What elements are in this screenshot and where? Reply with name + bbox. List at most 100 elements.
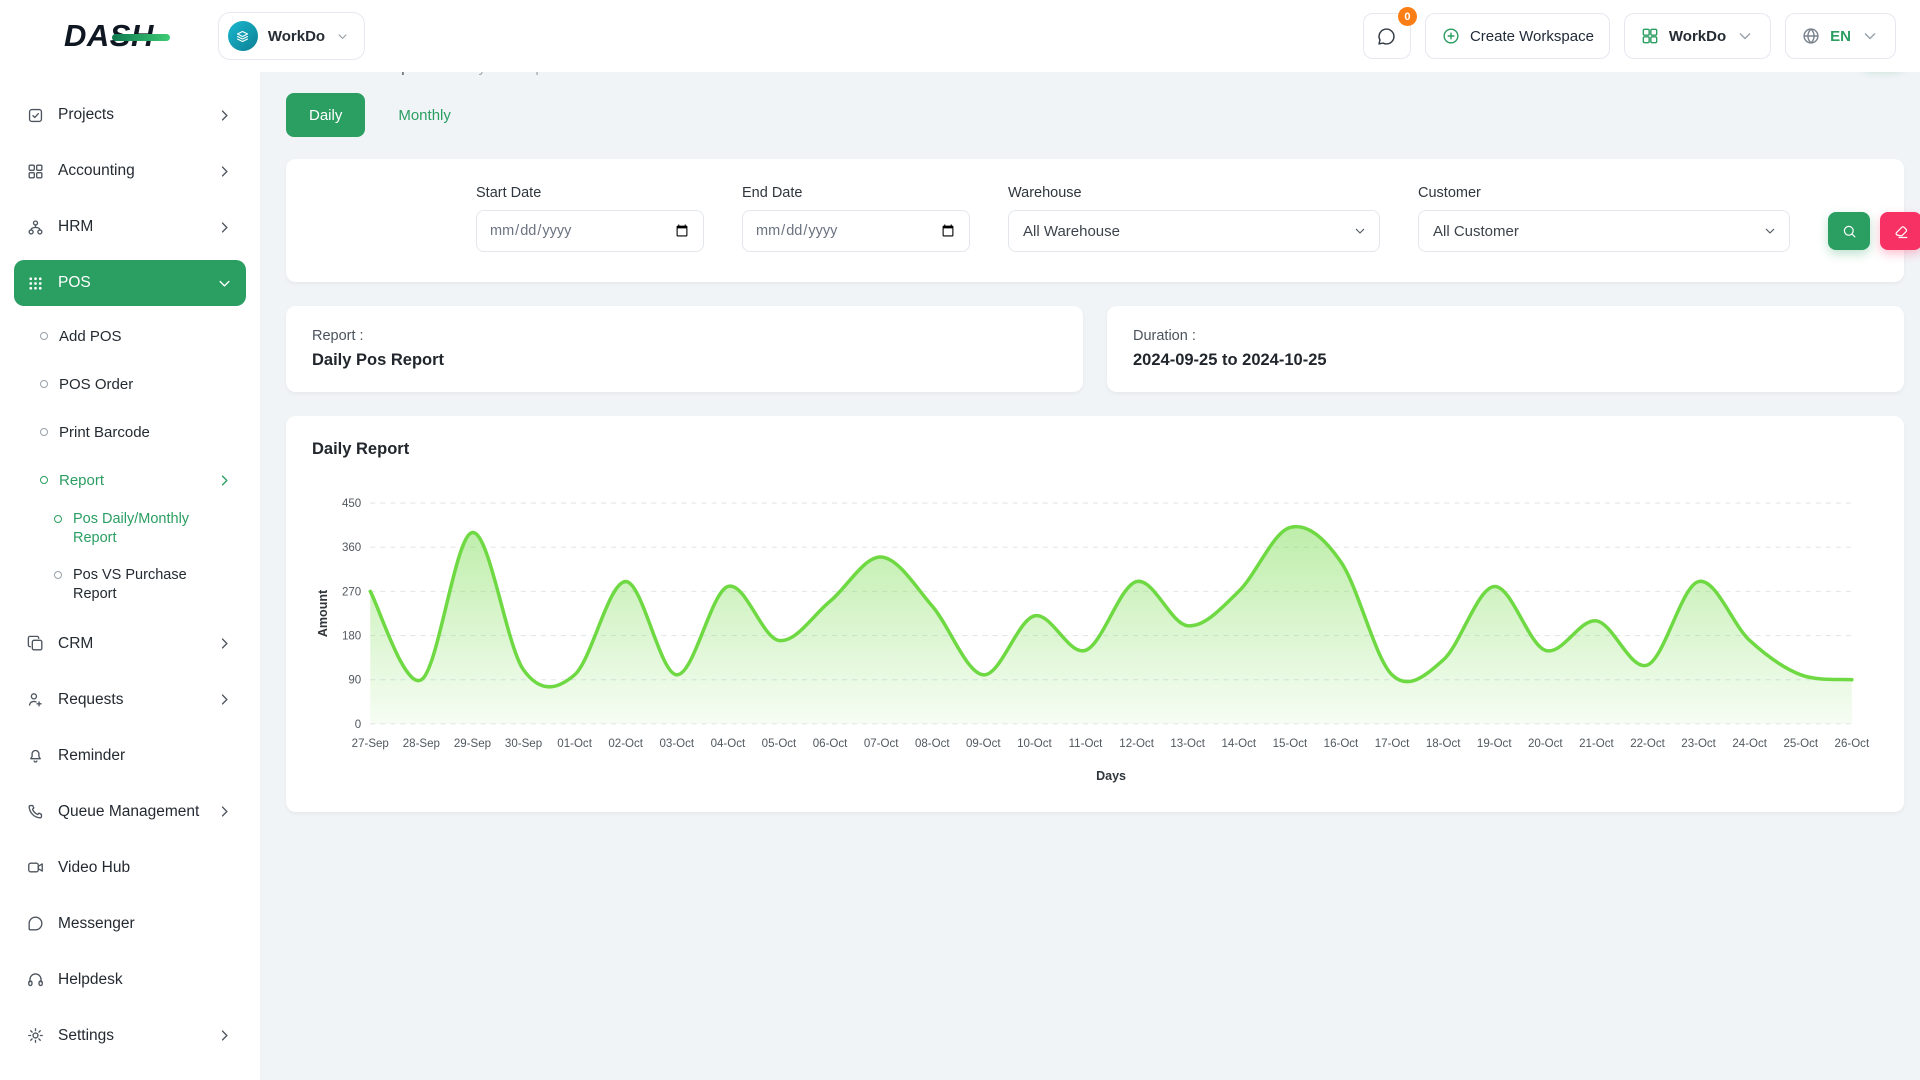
report-summary-label: Report : xyxy=(312,328,1057,344)
workspace-avatar xyxy=(228,21,258,51)
sidebar-item-report[interactable]: Report xyxy=(14,460,246,500)
sidebar-item-add-pos[interactable]: Add POS xyxy=(14,316,246,356)
warehouse-label: Warehouse xyxy=(1008,185,1380,201)
duration-summary-card: Duration : 2024-09-25 to 2024-10-25 xyxy=(1107,306,1904,392)
sidebar-item-label: Pos VS Purchase Report xyxy=(73,566,223,604)
report-period-tabs: Daily Monthly xyxy=(286,93,1904,137)
svg-text:0: 0 xyxy=(355,719,361,731)
svg-text:90: 90 xyxy=(348,675,361,687)
messages-button[interactable]: 0 xyxy=(1363,13,1411,59)
plus-circle-icon xyxy=(1441,26,1461,46)
logo-dash-accent xyxy=(112,34,170,41)
sidebar-item-messenger[interactable]: Messenger xyxy=(14,901,246,947)
warehouse-select[interactable]: All Warehouse xyxy=(1008,210,1380,252)
svg-text:22-Oct: 22-Oct xyxy=(1630,738,1665,750)
queue-icon xyxy=(26,802,45,821)
sidebar-item-reminder[interactable]: Reminder xyxy=(14,733,246,779)
svg-text:23-Oct: 23-Oct xyxy=(1681,738,1716,750)
reset-button[interactable] xyxy=(1880,212,1920,250)
reminder-icon xyxy=(26,746,45,765)
report-summary-card: Report : Daily Pos Report xyxy=(286,306,1083,392)
sidebar-item-label: Requests xyxy=(58,691,123,709)
chart-title: Daily Report xyxy=(312,440,1878,459)
sidebar-item-label: Reminder xyxy=(58,747,125,765)
svg-text:20-Oct: 20-Oct xyxy=(1528,738,1563,750)
sidebar-item-label: Messenger xyxy=(58,915,135,933)
sidebar-item-pos-order[interactable]: POS Order xyxy=(14,364,246,404)
svg-text:16-Oct: 16-Oct xyxy=(1324,738,1359,750)
sidebar-item-projects[interactable]: Projects xyxy=(14,92,246,138)
accounting-icon xyxy=(26,162,45,181)
report-summary-value: Daily Pos Report xyxy=(312,351,1057,370)
sidebar-item-label: Video Hub xyxy=(58,859,130,877)
start-date-field: Start Date xyxy=(476,185,704,252)
language-button[interactable]: EN xyxy=(1785,13,1896,59)
notification-badge: 0 xyxy=(1398,7,1417,26)
start-date-label: Start Date xyxy=(476,185,704,201)
sidebar-item-accounting[interactable]: Accounting xyxy=(14,148,246,194)
chevron-right-icon xyxy=(215,106,234,125)
chevron-down-icon xyxy=(335,29,350,44)
sidebar-item-label: CRM xyxy=(58,635,93,653)
sidebar-item-pos-vs-purchase-report[interactable]: Pos VS Purchase Report xyxy=(14,564,246,604)
customer-select[interactable]: All Customer xyxy=(1418,210,1790,252)
tab-daily[interactable]: Daily xyxy=(286,93,365,137)
sidebar-item-label: Settings xyxy=(58,1027,114,1045)
tab-monthly[interactable]: Monthly xyxy=(375,93,474,137)
sidebar-item-label: Accounting xyxy=(58,162,135,180)
svg-text:07-Oct: 07-Oct xyxy=(864,738,899,750)
svg-text:21-Oct: 21-Oct xyxy=(1579,738,1614,750)
sidebar-item-print-barcode[interactable]: Print Barcode xyxy=(14,412,246,452)
sidebar-item-requests[interactable]: Requests xyxy=(14,677,246,723)
chevron-right-icon xyxy=(215,802,234,821)
eraser-icon xyxy=(1893,223,1910,240)
video-icon xyxy=(26,858,45,877)
sidebar-item-helpdesk[interactable]: Helpdesk xyxy=(14,957,246,1003)
svg-text:450: 450 xyxy=(342,498,361,510)
app-logo[interactable]: DASH xyxy=(64,18,154,54)
chevron-right-icon xyxy=(215,1026,234,1045)
workdo-menu-button[interactable]: WorkDo xyxy=(1624,13,1771,59)
hrm-icon xyxy=(26,218,45,237)
svg-text:19-Oct: 19-Oct xyxy=(1477,738,1512,750)
sidebar-item-label: Helpdesk xyxy=(58,971,123,989)
chevron-down-icon xyxy=(1735,26,1755,46)
topbar: DASH WorkDo 0 Create Workspace WorkDo EN xyxy=(0,0,1920,72)
search-button[interactable] xyxy=(1828,212,1870,250)
svg-text:04-Oct: 04-Oct xyxy=(711,738,746,750)
chevron-right-icon xyxy=(215,634,234,653)
topbar-actions: 0 Create Workspace WorkDo EN xyxy=(1363,13,1896,59)
create-workspace-button[interactable]: Create Workspace xyxy=(1425,13,1610,59)
sidebar-item-video-hub[interactable]: Video Hub xyxy=(14,845,246,891)
bullet-icon xyxy=(40,332,48,340)
bullet-icon xyxy=(40,428,48,436)
sidebar-item-crm[interactable]: CRM xyxy=(14,621,246,667)
crm-icon xyxy=(26,634,45,653)
sidebar-item-label: POS Order xyxy=(59,376,133,393)
end-date-input[interactable] xyxy=(742,210,970,252)
sidebar-item-pos[interactable]: POS xyxy=(14,260,246,306)
svg-text:14-Oct: 14-Oct xyxy=(1221,738,1256,750)
sidebar-item-pos-daily-monthly-report[interactable]: Pos Daily/Monthly Report xyxy=(14,508,246,548)
sidebar-item-queue-management[interactable]: Queue Management xyxy=(14,789,246,835)
sidebar-item-label: POS xyxy=(58,274,91,292)
svg-text:10-Oct: 10-Oct xyxy=(1017,738,1052,750)
language-label: EN xyxy=(1830,28,1851,45)
create-workspace-label: Create Workspace xyxy=(1470,28,1594,45)
svg-text:15-Oct: 15-Oct xyxy=(1273,738,1308,750)
sidebar-item-hrm[interactable]: HRM xyxy=(14,204,246,250)
pos-icon xyxy=(26,274,45,293)
svg-text:27-Sep: 27-Sep xyxy=(352,738,389,750)
duration-summary-value: 2024-09-25 to 2024-10-25 xyxy=(1133,351,1878,370)
svg-text:06-Oct: 06-Oct xyxy=(813,738,848,750)
chevron-down-icon xyxy=(215,274,234,293)
svg-text:29-Sep: 29-Sep xyxy=(454,738,491,750)
svg-text:180: 180 xyxy=(342,631,361,643)
customer-label: Customer xyxy=(1418,185,1790,201)
start-date-input[interactable] xyxy=(476,210,704,252)
end-date-field: End Date xyxy=(742,185,970,252)
workspace-selector[interactable]: WorkDo xyxy=(218,12,365,60)
requests-icon xyxy=(26,690,45,709)
sidebar-item-label: Pos Daily/Monthly Report xyxy=(73,510,223,548)
sidebar-item-settings[interactable]: Settings xyxy=(14,1013,246,1059)
